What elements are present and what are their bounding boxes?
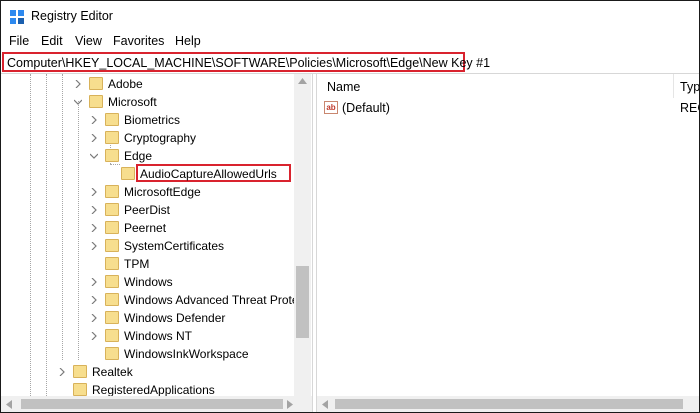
folder-icon — [105, 239, 119, 252]
tree-item-peerdist[interactable]: PeerDist — [1, 201, 301, 219]
folder-icon — [105, 329, 119, 342]
chevron-right-icon[interactable] — [90, 224, 98, 232]
folder-icon — [105, 185, 119, 198]
value-name: (Default) — [342, 101, 390, 115]
scroll-right-icon[interactable] — [287, 400, 293, 409]
tree-item-peernet[interactable]: Peernet — [1, 219, 301, 237]
tree-item-label: Windows Defender — [124, 311, 226, 325]
tree-item-label: MicrosoftEdge — [124, 185, 201, 199]
tree-item-label: Edge — [124, 149, 153, 163]
tree-item-windows[interactable]: Windows — [1, 273, 301, 291]
tree-item-label: Windows — [124, 275, 173, 289]
chevron-right-icon[interactable] — [90, 296, 98, 304]
address-bar[interactable]: Computer\HKEY_LOCAL_MACHINE\SOFTWARE\Pol… — [2, 52, 490, 72]
string-value-icon: ab — [324, 101, 338, 114]
tree-vertical-scrollbar[interactable] — [294, 74, 311, 396]
tree-item-label: WindowsInkWorkspace — [124, 347, 249, 361]
tree-item-windowsinkworkspace[interactable]: WindowsInkWorkspace — [1, 345, 301, 363]
menu-bar: File Edit View Favorites Help — [1, 32, 699, 52]
tree-item-edge[interactable]: Edge — [1, 147, 301, 165]
chevron-down-icon[interactable] — [90, 152, 98, 160]
tree-item-label: TPM — [124, 257, 150, 271]
title-bar[interactable]: Registry Editor — [1, 1, 699, 32]
chevron-down-icon[interactable] — [74, 98, 82, 106]
menu-view[interactable]: View — [73, 34, 104, 48]
tree-vertical-scroll-thumb[interactable] — [296, 266, 309, 338]
tree-item-label: Windows NT — [124, 329, 193, 343]
tree-horizontal-scrollbar[interactable] — [1, 396, 312, 412]
tree-item-label: PeerDist — [124, 203, 171, 217]
menu-edit[interactable]: Edit — [39, 34, 65, 48]
tree-item-windows-atp[interactable]: Windows Advanced Threat Prote — [1, 291, 301, 309]
folder-icon — [105, 131, 119, 144]
folder-icon — [89, 95, 103, 108]
chevron-right-icon[interactable] — [90, 332, 98, 340]
tree-item-label: Windows Advanced Threat Prote — [124, 293, 299, 307]
chevron-right-icon[interactable] — [90, 278, 98, 286]
folder-icon — [105, 311, 119, 324]
tree-item-microsoftedge[interactable]: MicrosoftEdge — [1, 183, 301, 201]
tree-item-biometrics[interactable]: Biometrics — [1, 111, 301, 129]
menu-file[interactable]: File — [7, 34, 31, 48]
folder-icon — [105, 149, 119, 162]
tree-item-microsoft[interactable]: Microsoft — [1, 93, 301, 111]
column-separator[interactable] — [673, 74, 674, 98]
chevron-right-icon[interactable] — [90, 116, 98, 124]
folder-icon — [73, 365, 87, 378]
folder-icon — [105, 203, 119, 216]
tree-item-windows-nt[interactable]: Windows NT — [1, 327, 301, 345]
folder-icon — [105, 221, 119, 234]
menu-help[interactable]: Help — [173, 34, 203, 48]
registry-editor-window: Registry Editor File Edit View Favorites… — [0, 0, 700, 413]
value-row-default[interactable]: ab (Default) REG — [317, 98, 699, 118]
chevron-right-icon[interactable] — [74, 80, 82, 88]
tree-item-systemcertificates[interactable]: SystemCertificates — [1, 237, 301, 255]
chevron-right-icon[interactable] — [58, 368, 66, 376]
folder-icon — [105, 293, 119, 306]
tree-item-label: Cryptography — [124, 131, 197, 145]
tree-item-tpm[interactable]: TPM — [1, 255, 301, 273]
tree-item-label: SystemCertificates — [124, 239, 225, 253]
chevron-right-icon[interactable] — [90, 242, 98, 250]
scroll-left-icon[interactable] — [322, 400, 328, 409]
scroll-up-icon[interactable] — [298, 78, 307, 84]
tree-item-windows-defender[interactable]: Windows Defender — [1, 309, 301, 327]
values-list[interactable]: Name Typ ab (Default) REG — [317, 74, 699, 412]
scroll-left-icon[interactable] — [6, 400, 12, 409]
tree-item-cryptography[interactable]: Cryptography — [1, 129, 301, 147]
folder-icon — [105, 275, 119, 288]
value-type: REG — [680, 101, 699, 115]
folder-icon — [105, 113, 119, 126]
folder-icon — [89, 77, 103, 90]
folder-icon — [121, 167, 135, 180]
values-horizontal-scrollbar[interactable] — [317, 396, 699, 412]
tree-item-adobe[interactable]: Adobe — [1, 75, 301, 93]
tree-item-label: Microsoft — [108, 95, 157, 109]
address-text: Computer\HKEY_LOCAL_MACHINE\SOFTWARE\Pol… — [7, 56, 491, 70]
rename-key-input[interactable]: AudioCaptureAllowedUrls — [136, 164, 291, 182]
menu-favorites[interactable]: Favorites — [111, 34, 166, 48]
folder-icon — [105, 257, 119, 270]
values-horizontal-scroll-thumb[interactable] — [335, 399, 683, 409]
tree-item-label: RegisteredApplications — [92, 383, 215, 396]
folder-icon — [73, 383, 87, 396]
tree-item-realtek[interactable]: Realtek — [1, 363, 301, 381]
tree-item-registeredapplications[interactable]: RegisteredApplications — [1, 381, 301, 396]
tree-horizontal-scroll-thumb[interactable] — [21, 399, 283, 409]
chevron-right-icon[interactable] — [90, 314, 98, 322]
tree-item-label: Peernet — [124, 221, 167, 235]
folder-icon — [105, 347, 119, 360]
window-title: Registry Editor — [31, 9, 113, 23]
regedit-icon — [10, 10, 24, 24]
chevron-right-icon[interactable] — [90, 134, 98, 142]
tree-item-label: Realtek — [92, 365, 133, 379]
rename-key-text: AudioCaptureAllowedUrls — [140, 167, 277, 181]
chevron-right-icon[interactable] — [90, 206, 98, 214]
tree-item-label: Adobe — [108, 77, 143, 91]
chevron-right-icon[interactable] — [90, 188, 98, 196]
tree-item-label: Biometrics — [124, 113, 181, 127]
key-tree[interactable]: Adobe Microsoft Biometrics Cryptography … — [1, 74, 312, 396]
